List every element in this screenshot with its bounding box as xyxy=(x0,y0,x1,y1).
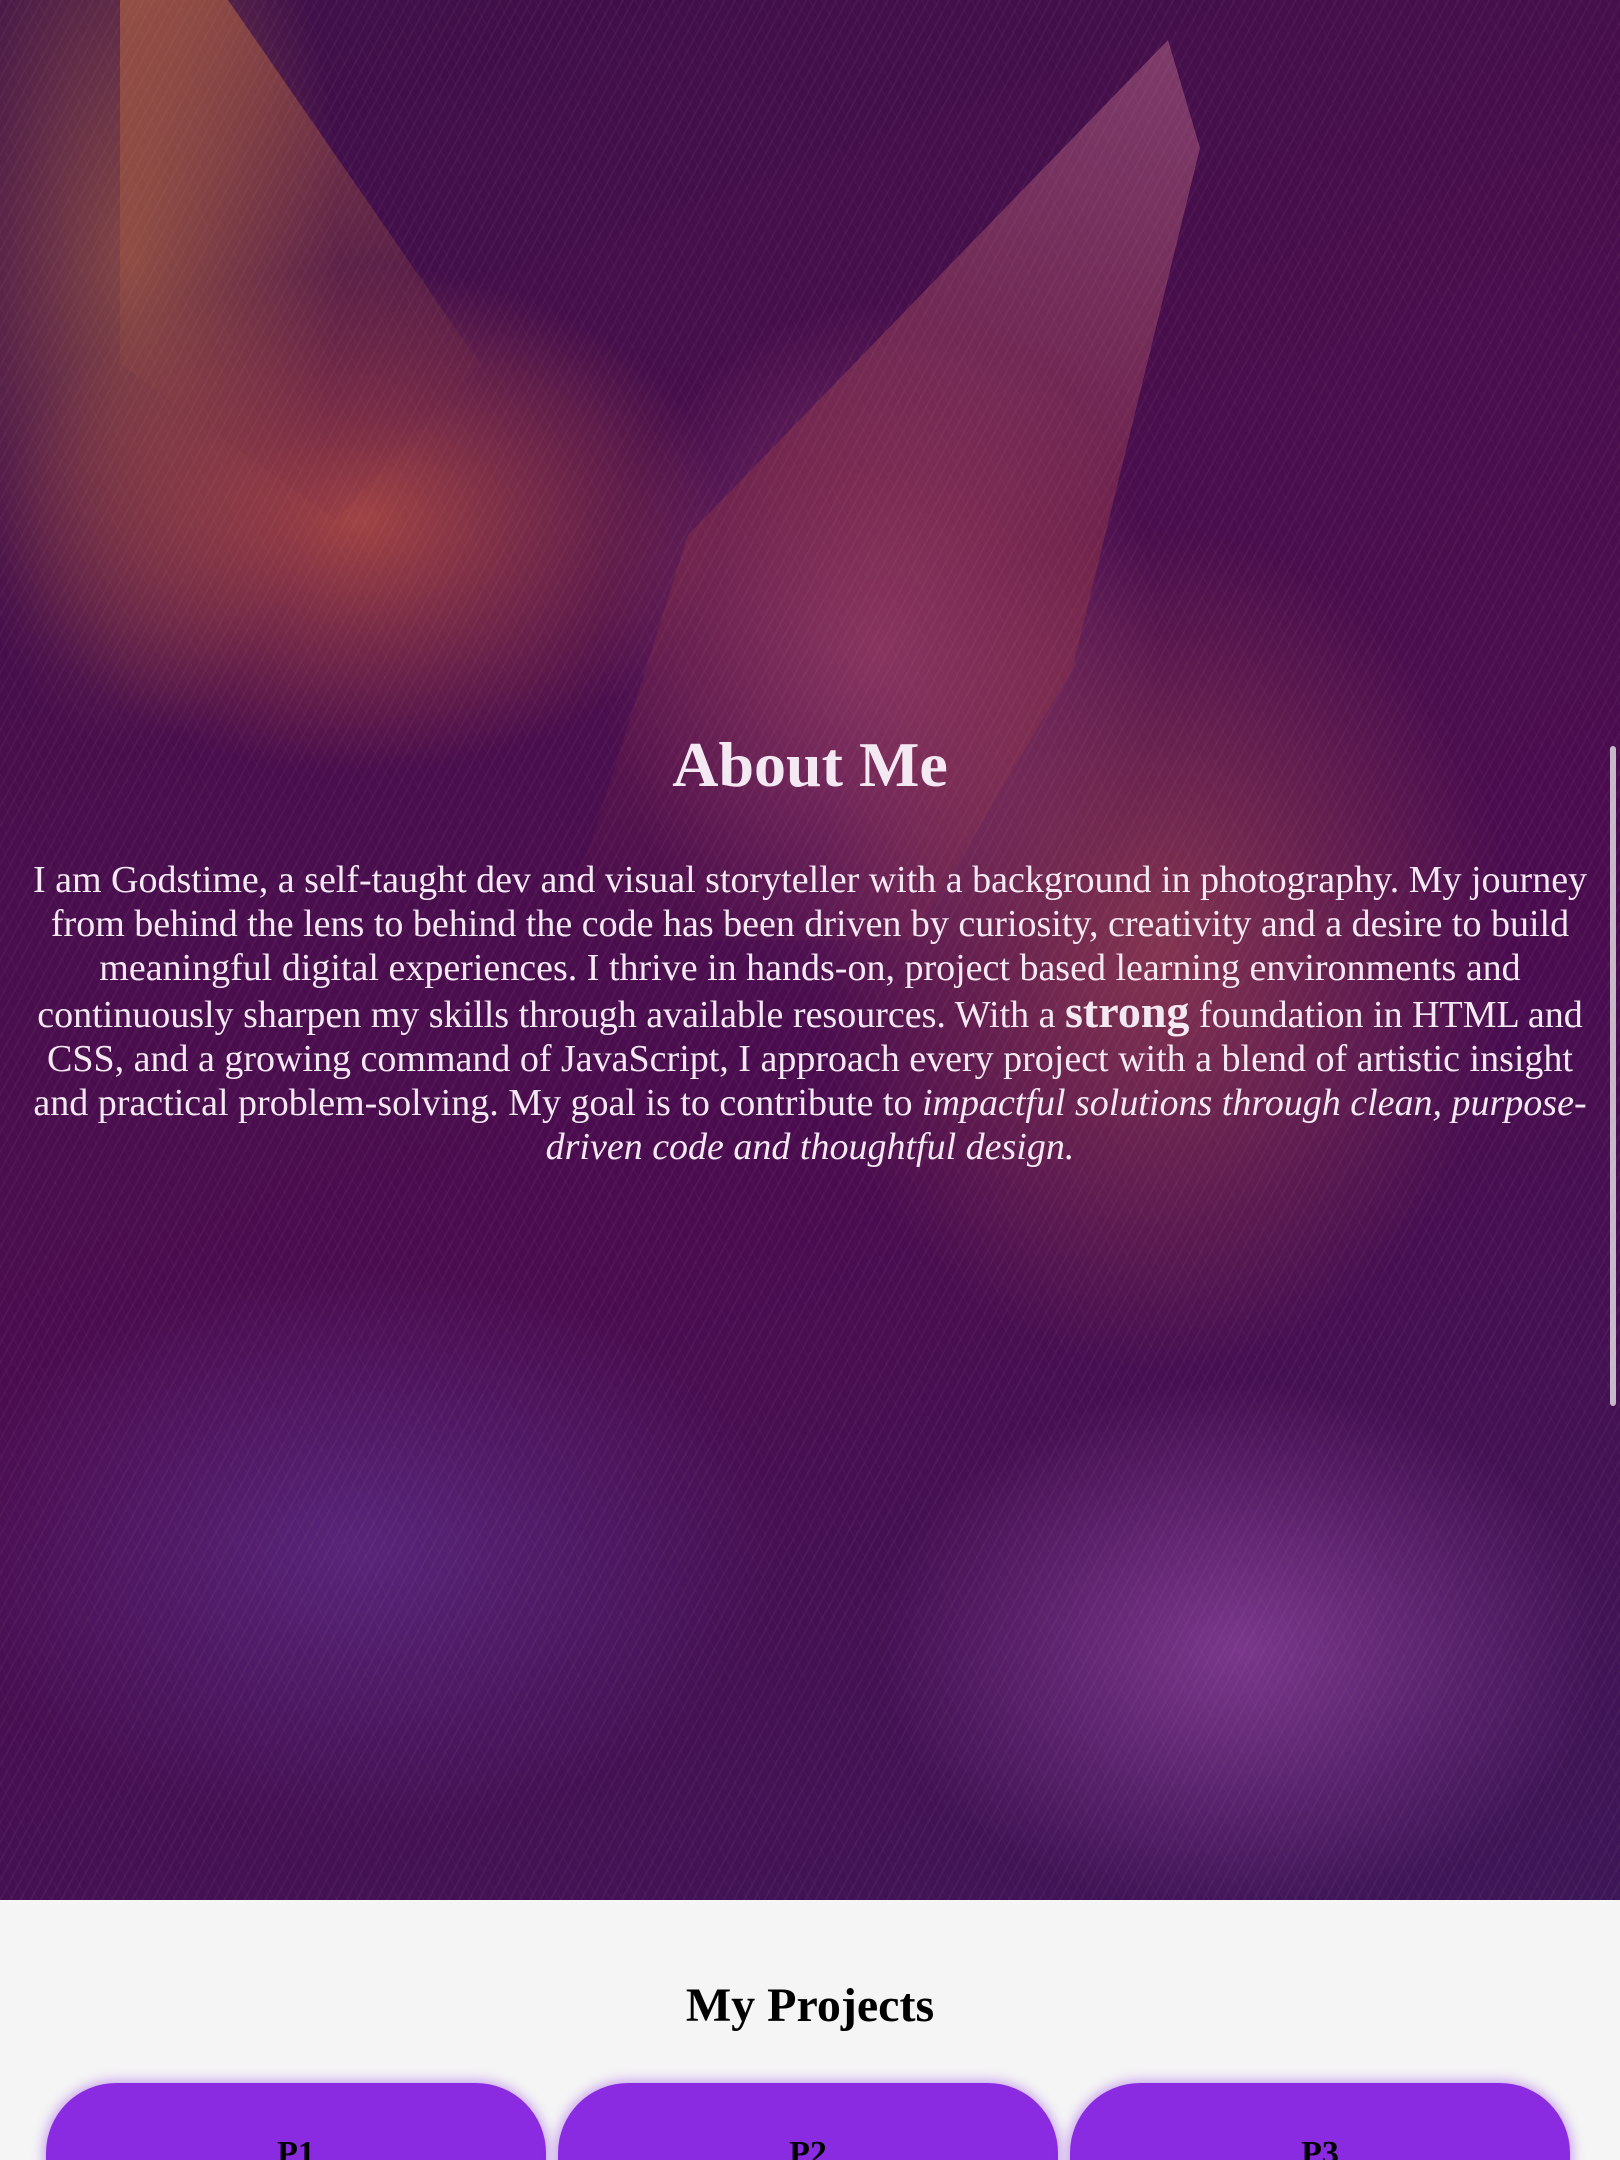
project-card-title: P1 xyxy=(277,2135,315,2160)
project-card-p3[interactable]: P3 xyxy=(1070,2083,1570,2160)
projects-title: My Projects xyxy=(685,1979,935,2032)
scrollbar[interactable] xyxy=(1610,746,1616,1406)
project-card-p1[interactable]: P1 xyxy=(46,2083,546,2160)
project-cards: P1 P2 P3 xyxy=(46,2083,1576,2160)
hero-section: About Me I am Godstime, a self-taught de… xyxy=(0,0,1620,1900)
project-card-title: P2 xyxy=(789,2135,827,2160)
about-title: About Me xyxy=(672,729,948,800)
about-section: About Me I am Godstime, a self-taught de… xyxy=(30,729,1590,1169)
projects-section: My Projects P1 P2 P3 xyxy=(0,1900,1620,2160)
about-strong-word: strong xyxy=(1065,986,1190,1038)
about-paragraph: I am Godstime, a self-taught dev and vis… xyxy=(30,858,1590,1169)
project-card-p2[interactable]: P2 xyxy=(558,2083,1058,2160)
project-card-title: P3 xyxy=(1301,2135,1339,2160)
